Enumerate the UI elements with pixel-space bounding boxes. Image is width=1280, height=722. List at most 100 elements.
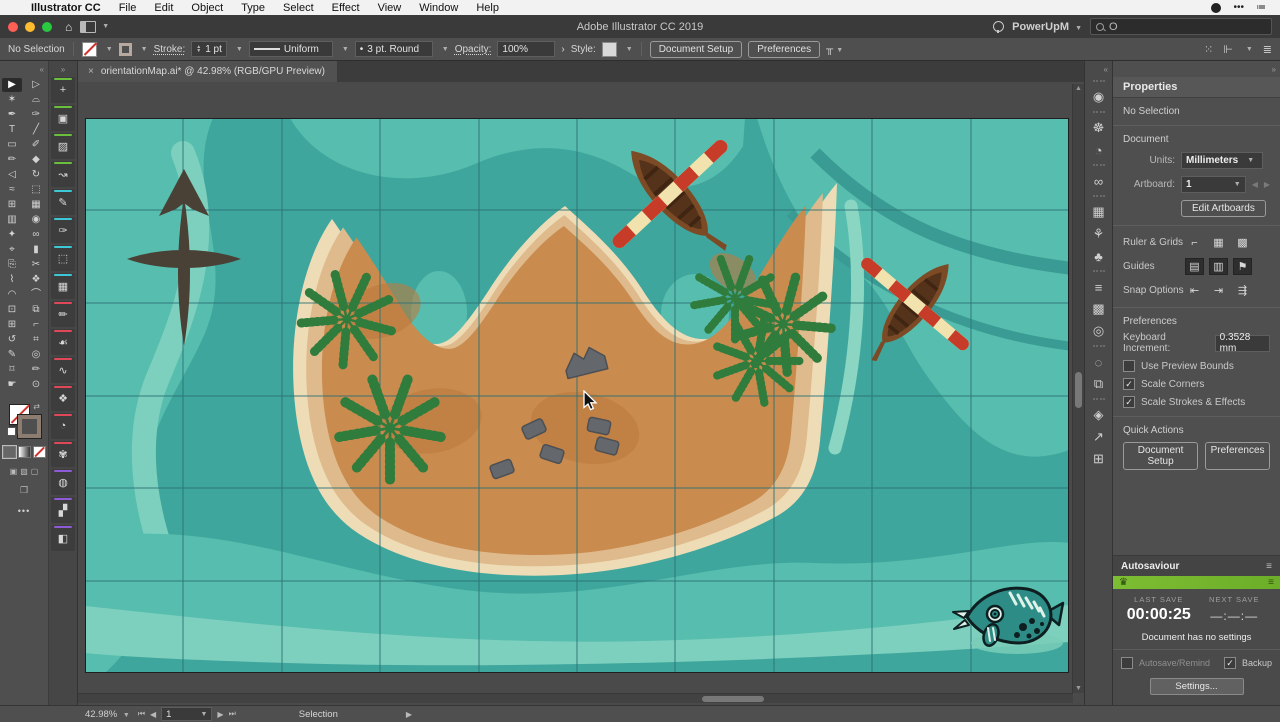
panel-list-icon[interactable]: ≣	[1263, 43, 1272, 56]
color-guide-icon[interactable]: ◔	[1087, 139, 1111, 161]
custom-tool-12[interactable]: ❖	[51, 385, 75, 411]
fill-caret[interactable]: ▼	[106, 46, 113, 53]
paintbrush-tool[interactable]: ✐	[26, 138, 46, 152]
grid-tool[interactable]: ⊞	[2, 318, 22, 332]
close-tab-icon[interactable]: ×	[88, 66, 94, 77]
menu-file[interactable]: File	[119, 2, 137, 14]
menu-view[interactable]: View	[378, 2, 402, 14]
units-dropdown[interactable]: Millimeters ▼	[1181, 152, 1263, 169]
menu-window[interactable]: Window	[419, 2, 458, 14]
measure-tool[interactable]: ⌐	[26, 318, 46, 332]
canvas-viewport[interactable]: ▲ ▼	[78, 82, 1084, 705]
custom-tool-10[interactable]: ☙	[51, 329, 75, 355]
smart-guides-icon[interactable]: ⚑	[1233, 258, 1252, 275]
stroke-stepper[interactable]: ▲ ▼	[196, 45, 201, 54]
stroke-icon[interactable]: ≡	[1087, 276, 1111, 298]
gradient-mode-button[interactable]	[17, 446, 31, 458]
opacity-label[interactable]: Opacity:	[455, 44, 492, 55]
screen-mode-icon[interactable]: ❐	[20, 485, 28, 496]
custom-tool-8[interactable]: ▦	[51, 273, 75, 299]
spiral-tool[interactable]: ◎	[26, 348, 46, 362]
align-glyph-icon[interactable]: ⊩	[1223, 43, 1233, 56]
autosave-remind-checkbox[interactable]: Autosave/Remind	[1121, 657, 1210, 669]
prev-artboard-icon[interactable]: ◀	[150, 710, 156, 719]
custom-tool-14[interactable]: ✾	[51, 441, 75, 467]
blend-tool[interactable]: ✦	[2, 228, 22, 242]
selection-tool[interactable]: ▶	[2, 77, 22, 92]
search-input[interactable]: O	[1090, 18, 1272, 35]
stroke-swatch[interactable]	[118, 42, 132, 56]
artboard-copy-tool[interactable]: ⧉	[26, 303, 46, 317]
free-transform-tool[interactable]: ⬚	[26, 183, 46, 197]
direct-selection-tool[interactable]: ▷	[26, 78, 46, 92]
workspace-switcher[interactable]: PowerUpM ▼	[1012, 21, 1082, 33]
type-tool[interactable]: T	[2, 123, 22, 137]
menu-effect[interactable]: Effect	[332, 2, 360, 14]
symbol-sprayer-tool[interactable]: ∞	[26, 228, 46, 242]
snap-to-pixel-icon[interactable]: ⇶	[1233, 282, 1252, 299]
stroke-label[interactable]: Stroke:	[154, 44, 186, 55]
zoom-tool[interactable]: ⊙	[26, 378, 46, 392]
scale-strokes-effects-checkbox[interactable]: Scale Strokes & Effects	[1123, 396, 1270, 408]
artboard[interactable]	[85, 118, 1069, 673]
pencil-tool[interactable]: ✏	[2, 153, 22, 167]
rotate-view-tool[interactable]: ↺	[2, 333, 22, 347]
corner-caret[interactable]: ▼	[442, 46, 449, 53]
zoom-window-button[interactable]	[42, 21, 52, 32]
layers-icon[interactable]: ◈	[1087, 404, 1111, 426]
shape-builder-tool[interactable]: ⊞	[2, 198, 22, 212]
opacity-field[interactable]: 100%	[497, 41, 556, 57]
workspace-layout-caret[interactable]: ▼	[102, 23, 109, 30]
vertical-scrollbar[interactable]: ▲ ▼	[1072, 84, 1084, 693]
creative-cloud-icon[interactable]: ◉	[1087, 86, 1111, 108]
gradient-tool[interactable]: ▥	[2, 213, 22, 227]
draw-normal-icon[interactable]: ▣	[10, 467, 18, 476]
hand-tool[interactable]: ☛	[2, 378, 22, 392]
swatches-icon[interactable]: ▦	[1087, 201, 1111, 223]
eyedropper-tool[interactable]: ◉	[26, 213, 46, 227]
autosaviour-panel-menu-icon[interactable]: ≡	[1266, 561, 1272, 572]
list-menubar-icon[interactable]: ≔	[1256, 2, 1266, 13]
artboard-prev-icon[interactable]: ◀	[1252, 180, 1258, 189]
home-icon[interactable]: ⌂	[65, 20, 72, 34]
use-preview-bounds-checkbox[interactable]: Use Preview Bounds	[1123, 360, 1270, 372]
arc-tool[interactable]: ◠	[2, 288, 22, 302]
lock-tool[interactable]: ⊡	[2, 303, 22, 317]
scale-corners-checkbox[interactable]: Scale Corners	[1123, 378, 1270, 390]
links-icon[interactable]: ∞	[1087, 170, 1111, 192]
keyboard-increment-field[interactable]: 0.3528 mm	[1214, 332, 1270, 354]
menu-select[interactable]: Select	[283, 2, 314, 14]
stroke-caret[interactable]: ▼	[141, 46, 148, 53]
custom-tool-1[interactable]: +	[51, 77, 75, 103]
horizontal-scrollbar-thumb[interactable]	[702, 695, 764, 702]
document-setup-button[interactable]: Document Setup	[649, 40, 743, 58]
tab-autosaviour[interactable]: Autosaviour ≡	[1113, 556, 1280, 576]
draw-behind-icon[interactable]: ▨	[20, 467, 28, 476]
color-icon[interactable]: ☸	[1087, 117, 1111, 139]
none-mode-button[interactable]	[32, 446, 46, 458]
custom-tool-15[interactable]: ◍	[51, 469, 75, 495]
minimize-window-button[interactable]	[25, 21, 35, 32]
banner-menu-icon[interactable]: ≡	[1268, 577, 1274, 588]
curve-tool[interactable]: ⌒	[26, 288, 46, 302]
show-transparency-grid-icon[interactable]: ▩	[1233, 234, 1252, 251]
close-window-button[interactable]	[8, 21, 18, 32]
custom-tool-16[interactable]: ▞	[51, 497, 75, 523]
menu-app[interactable]: Illustrator CC	[31, 2, 101, 14]
custom-tool-13[interactable]: ◔	[51, 413, 75, 439]
show-grid-icon[interactable]: ▦	[1209, 234, 1228, 251]
snap-to-grid-icon[interactable]: ⇤	[1185, 282, 1204, 299]
document-tab[interactable]: × orientationMap.ai* @ 42.98% (RGB/GPU P…	[78, 61, 337, 82]
artboard-tool[interactable]: ⎘	[2, 258, 22, 272]
artboard-dropdown[interactable]: 1 ▼	[1181, 176, 1246, 193]
custom-tool-6[interactable]: ✑	[51, 217, 75, 243]
qa-preferences-button[interactable]: Preferences	[1205, 442, 1270, 470]
transparency-icon[interactable]: ◎	[1087, 320, 1111, 342]
show-guides-icon[interactable]: ▤	[1185, 258, 1204, 275]
rectangle-tool[interactable]: ▭	[2, 138, 22, 152]
menu-help[interactable]: Help	[476, 2, 499, 14]
tools-collapse[interactable]: «	[0, 61, 48, 77]
style-swatch[interactable]	[601, 41, 617, 57]
lasso-tool[interactable]: ⌓	[26, 93, 46, 107]
artboards-icon[interactable]: ⧉	[1087, 373, 1111, 395]
